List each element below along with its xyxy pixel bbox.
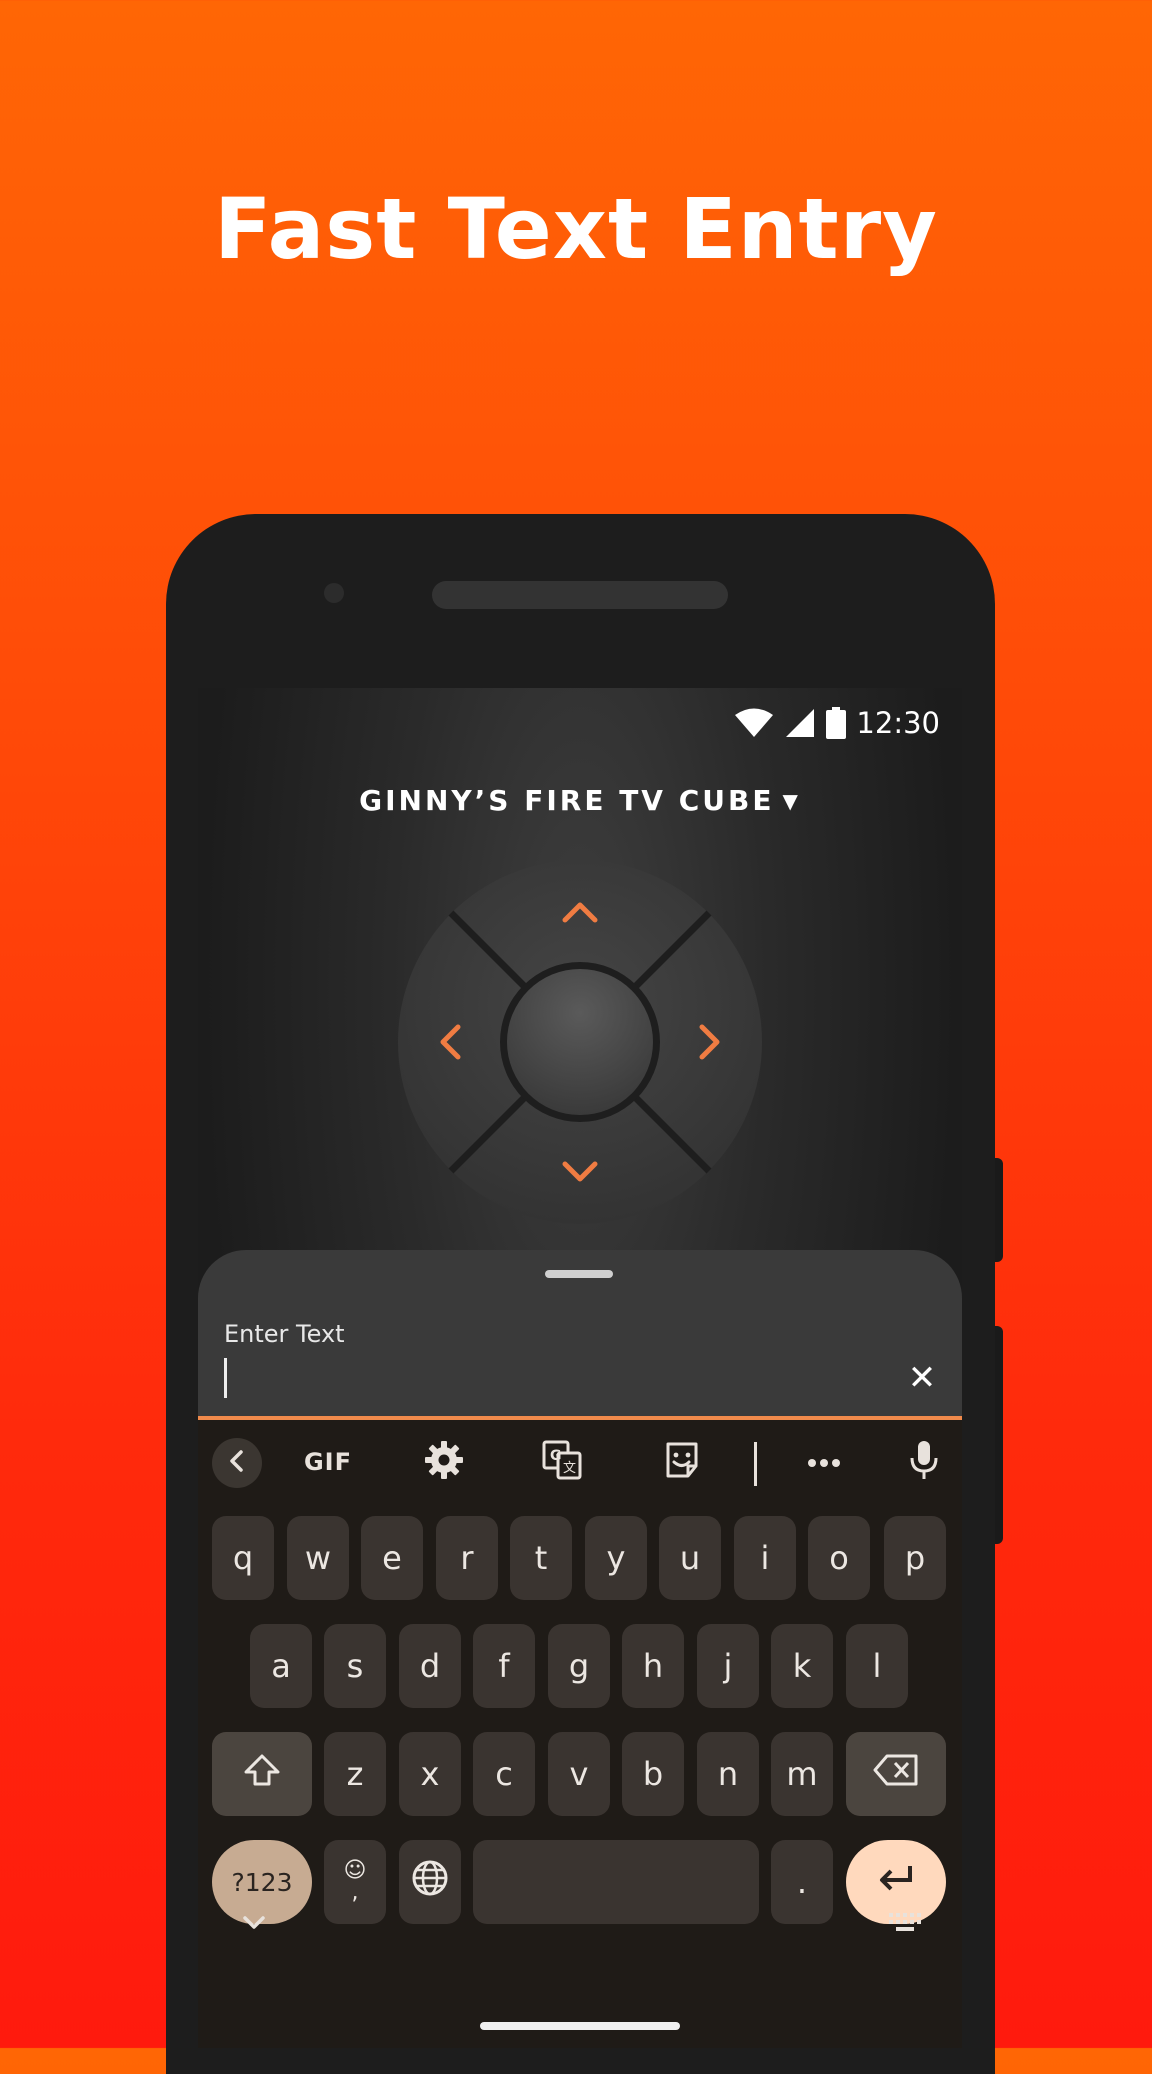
clear-text-button[interactable]: ✕ xyxy=(902,1358,942,1398)
svg-text:文: 文 xyxy=(563,1461,576,1476)
shift-icon xyxy=(243,1753,281,1795)
key[interactable]: w xyxy=(287,1516,349,1600)
shift-key[interactable] xyxy=(212,1732,312,1816)
keyboard-settings-button[interactable] xyxy=(416,1436,472,1488)
key[interactable]: v xyxy=(548,1732,610,1816)
signal-icon xyxy=(784,708,816,738)
dropdown-caret-icon: ▼ xyxy=(782,789,801,813)
phone-side-button xyxy=(995,1158,1003,1262)
key[interactable]: m xyxy=(771,1732,833,1816)
key[interactable]: k xyxy=(771,1624,833,1708)
earpiece-speaker xyxy=(432,581,728,609)
wifi-icon xyxy=(734,708,774,738)
more-options-button[interactable] xyxy=(796,1436,852,1488)
gif-label: GIF xyxy=(303,1448,353,1476)
key[interactable]: h xyxy=(622,1624,684,1708)
keyboard-switcher-button[interactable] xyxy=(888,1912,922,1952)
key[interactable]: a xyxy=(250,1624,312,1708)
key[interactable]: g xyxy=(548,1624,610,1708)
keyboard-icon xyxy=(888,1913,922,1936)
text-entry-sheet: Enter Text ✕ GIF G 文 q w e r t y u i o p… xyxy=(198,1250,962,2048)
svg-text:G: G xyxy=(550,1448,562,1464)
text-field-label: Enter Text xyxy=(224,1320,345,1348)
chevron-left-icon xyxy=(227,1449,247,1477)
key[interactable]: e xyxy=(361,1516,423,1600)
enter-icon xyxy=(877,1863,915,1901)
toolbar-back-button[interactable] xyxy=(212,1438,262,1488)
phone-screen: 12:30 GINNY’S FIRE TV CUBE ▼ Enter Text … xyxy=(198,688,962,2048)
text-input[interactable] xyxy=(222,1354,902,1398)
comma-label: , xyxy=(351,1880,359,1905)
headline: Fast Text Entry xyxy=(214,180,938,278)
key[interactable]: y xyxy=(585,1516,647,1600)
translate-button[interactable]: G 文 xyxy=(534,1436,590,1488)
status-time: 12:30 xyxy=(856,706,940,740)
key[interactable]: s xyxy=(324,1624,386,1708)
backspace-key[interactable] xyxy=(846,1732,946,1816)
key[interactable]: p xyxy=(884,1516,946,1600)
keyboard: GIF G 文 q w e r t y u i o p a s d f g h … xyxy=(198,1420,962,2048)
key[interactable]: u xyxy=(659,1516,721,1600)
phone-side-button xyxy=(995,1326,1003,1544)
key[interactable]: x xyxy=(399,1732,461,1816)
key[interactable]: d xyxy=(399,1624,461,1708)
chevron-down-icon xyxy=(240,1916,268,1936)
gif-button[interactable]: GIF xyxy=(296,1436,360,1488)
home-indicator[interactable] xyxy=(480,2022,680,2030)
translate-icon: G 文 xyxy=(542,1440,582,1484)
key[interactable]: b xyxy=(622,1732,684,1816)
device-selector[interactable]: GINNY’S FIRE TV CUBE ▼ xyxy=(198,784,962,817)
key[interactable]: t xyxy=(510,1516,572,1600)
device-name: GINNY’S FIRE TV CUBE xyxy=(359,784,775,817)
text-cursor xyxy=(224,1358,227,1398)
key[interactable]: o xyxy=(808,1516,870,1600)
toolbar-divider xyxy=(754,1442,757,1486)
hide-keyboard-button[interactable] xyxy=(240,1912,268,1952)
key[interactable]: i xyxy=(734,1516,796,1600)
battery-icon xyxy=(826,707,847,739)
emoji-key[interactable]: ☺ , xyxy=(324,1840,386,1924)
key[interactable]: c xyxy=(473,1732,535,1816)
status-bar: 12:30 xyxy=(734,698,940,748)
front-camera xyxy=(324,583,344,603)
language-key[interactable] xyxy=(399,1840,461,1924)
sheet-grabber[interactable] xyxy=(545,1270,613,1278)
key[interactable]: z xyxy=(324,1732,386,1816)
space-key[interactable] xyxy=(473,1840,759,1924)
sticker-button[interactable] xyxy=(654,1436,710,1488)
microphone-icon xyxy=(909,1439,939,1485)
key[interactable]: n xyxy=(697,1732,759,1816)
sticker-icon xyxy=(662,1440,702,1484)
key[interactable]: l xyxy=(846,1624,908,1708)
key[interactable]: f xyxy=(473,1624,535,1708)
globe-icon xyxy=(411,1859,449,1905)
more-horizontal-icon xyxy=(807,1453,841,1472)
keyboard-toolbar: GIF G 文 xyxy=(198,1420,962,1506)
backspace-icon xyxy=(873,1754,919,1794)
gear-icon xyxy=(424,1440,464,1484)
key[interactable]: j xyxy=(697,1624,759,1708)
key[interactable]: q xyxy=(212,1516,274,1600)
dpad-select-button[interactable] xyxy=(507,969,653,1115)
key[interactable]: r xyxy=(436,1516,498,1600)
emoji-icon: ☺ xyxy=(343,1858,367,1883)
voice-input-button[interactable] xyxy=(896,1436,952,1488)
period-key[interactable]: . xyxy=(771,1840,833,1924)
dpad xyxy=(396,858,764,1226)
